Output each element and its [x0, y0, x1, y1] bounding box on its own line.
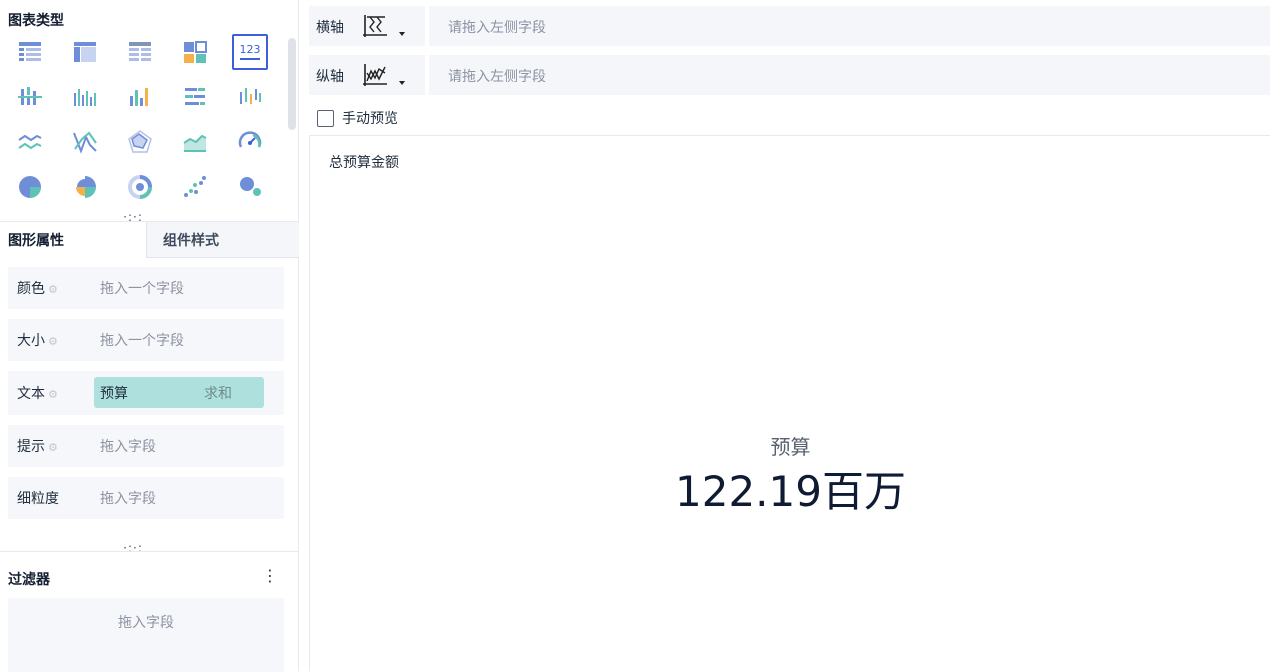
x-axis-drop-field[interactable]: 请拖入左侧字段: [448, 17, 546, 37]
manual-preview-checkbox[interactable]: [317, 109, 334, 127]
more-options-icon[interactable]: ⋮: [262, 567, 278, 585]
text-property-row: 文本 ⚙ 预算 求和: [8, 371, 284, 415]
chart-canvas: 总预算金额 预算 122.19百万: [309, 135, 1270, 671]
gear-icon[interactable]: ⚙: [48, 388, 58, 401]
size-drop-field[interactable]: 拖入一个字段: [100, 330, 184, 350]
size-label: 大小: [17, 333, 45, 349]
color-drop-field[interactable]: 拖入一个字段: [100, 278, 184, 298]
horizontal-bar-icon[interactable]: [177, 79, 213, 115]
tab-graphic-properties[interactable]: 图形属性: [8, 222, 64, 258]
line-chart-icon[interactable]: [12, 124, 48, 160]
donut-chart-icon[interactable]: [122, 169, 158, 205]
chart-type-scrollbar[interactable]: [288, 38, 296, 130]
column-chart-icon[interactable]: [232, 79, 268, 115]
chart-type-grid: 123: [12, 34, 282, 205]
gear-icon[interactable]: ⚙: [48, 335, 58, 348]
y-axis-drop-field[interactable]: 请拖入左侧字段: [448, 66, 546, 86]
y-axis-row: 纵轴 请拖入左侧字段: [309, 55, 1270, 95]
tooltip-drop-field[interactable]: 拖入字段: [100, 436, 156, 456]
bubble-chart-icon[interactable]: [232, 169, 268, 205]
gear-icon[interactable]: ⚙: [48, 441, 58, 454]
pie-chart-icon[interactable]: [12, 169, 48, 205]
y-axis-label: 纵轴: [316, 69, 344, 85]
area-chart-icon[interactable]: [177, 124, 213, 160]
color-property-row: 颜色 ⚙ 拖入一个字段: [8, 267, 284, 309]
filter-drop-zone[interactable]: 拖入字段: [8, 598, 284, 672]
x-axis-row: 横轴 请拖入左侧字段: [309, 6, 1270, 46]
granularity-drop-field[interactable]: 拖入字段: [100, 488, 156, 508]
kpi-label: 预算: [310, 431, 1270, 460]
chart-type-section: 图表类型 123 ·:·:: [0, 0, 299, 223]
kpi-value-text: 122.19百万: [675, 467, 906, 516]
tooltip-property: 提示 ⚙: [17, 436, 58, 456]
gear-icon[interactable]: ⚙: [48, 283, 58, 296]
main-area: 横轴 请拖入左侧字段 纵轴 请拖入左侧字段 手动预览 总预算金额 预算 122.…: [309, 0, 1270, 671]
budget-field-pill[interactable]: 预算 求和: [94, 377, 264, 408]
block-table-icon[interactable]: [177, 34, 213, 70]
granularity-property-row: 细粒度 拖入字段: [8, 477, 284, 519]
aggregation-label[interactable]: 求和: [204, 383, 232, 403]
crosstab-icon[interactable]: [67, 34, 103, 70]
chart-type-title: 图表类型: [8, 13, 64, 29]
properties-section: 图形属性 组件样式 颜色 ⚙ 拖入一个字段 大小 ⚙ 拖入一个字段 文本 ⚙ 预算 求…: [0, 221, 299, 554]
size-property-row: 大小 ⚙ 拖入一个字段: [8, 319, 284, 361]
size-property: 大小 ⚙: [17, 330, 58, 350]
resize-handle[interactable]: ·:·:: [123, 211, 143, 223]
color-property: 颜色 ⚙: [17, 278, 58, 298]
chevron-down-icon[interactable]: [399, 81, 405, 85]
chart-title: 总预算金额: [329, 155, 399, 171]
x-axis-type-icon[interactable]: [361, 12, 389, 40]
tab-component-style[interactable]: 组件样式: [146, 222, 299, 258]
manual-preview-label: 手动预览: [342, 111, 398, 127]
field-name: 预算: [100, 385, 128, 402]
kpi-number-icon[interactable]: 123: [232, 34, 268, 70]
x-axis-label: 横轴: [316, 20, 344, 36]
y-axis-type-icon[interactable]: [361, 61, 389, 89]
text-label: 文本: [17, 386, 45, 402]
grid-table-icon[interactable]: [122, 34, 158, 70]
multi-bar-icon[interactable]: [67, 79, 103, 115]
chevron-down-icon[interactable]: [399, 32, 405, 36]
manual-preview-toggle[interactable]: 手动预览: [317, 108, 398, 128]
tooltip-label: 提示: [17, 439, 45, 455]
grouped-bar-icon[interactable]: [12, 79, 48, 115]
left-panel: 图表类型 123 ·:·: 图形属性 组件样式 颜色 ⚙ 拖入一个字段 大小 ⚙…: [0, 0, 299, 672]
divider: [425, 55, 429, 95]
rose-pie-icon[interactable]: [67, 169, 103, 205]
filter-title: 过滤器: [8, 572, 50, 588]
color-label: 颜色: [17, 281, 45, 297]
gauge-icon[interactable]: [232, 124, 268, 160]
property-tabs: 图形属性 组件样式: [0, 222, 299, 258]
kpi-icon-text: 123: [240, 43, 261, 56]
filter-placeholder: 拖入字段: [118, 615, 174, 631]
radar-chart-icon[interactable]: [122, 124, 158, 160]
scatter-plot-icon[interactable]: [177, 169, 213, 205]
table-icon[interactable]: [12, 34, 48, 70]
filter-section: 过滤器 ⋮ 拖入字段: [0, 551, 299, 672]
kpi-value: 122.19百万: [310, 458, 1270, 519]
text-property: 文本 ⚙: [17, 383, 58, 403]
crossing-line-icon[interactable]: [67, 124, 103, 160]
granularity-label: 细粒度: [17, 491, 59, 507]
divider: [425, 6, 429, 46]
tooltip-property-row: 提示 ⚙ 拖入字段: [8, 425, 284, 467]
bar-chart-icon[interactable]: [122, 79, 158, 115]
kpi-label-text: 预算: [770, 435, 811, 459]
